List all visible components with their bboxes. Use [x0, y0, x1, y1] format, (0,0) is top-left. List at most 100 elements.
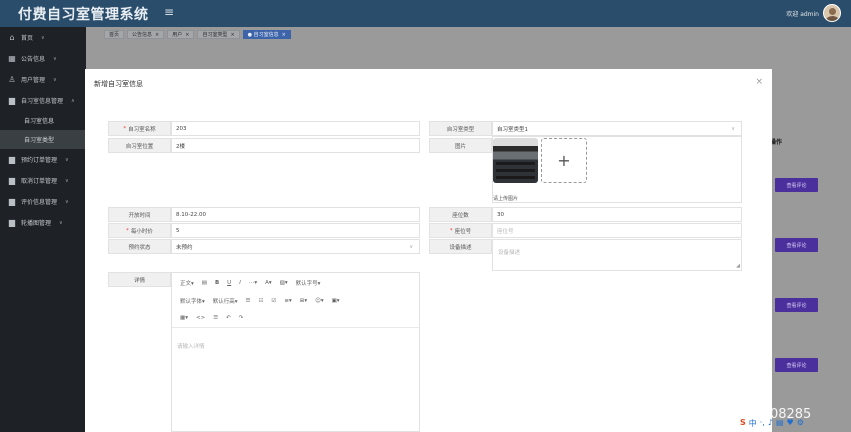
- view-comments-button[interactable]: 查看评论: [775, 178, 818, 192]
- view-comments-button[interactable]: 查看评论: [775, 238, 818, 252]
- sidebar-item-cancel-orders[interactable]: ▆ 取消订单管理 ∨: [0, 170, 86, 191]
- top-bar: 付费自习室管理系统 ≡ 欢迎 admin: [0, 0, 851, 27]
- sidebar-item-users[interactable]: ♙ 用户管理 ∨: [0, 69, 86, 90]
- sidebar-subitem-study-room-type[interactable]: 自习室类型: [0, 130, 86, 149]
- sidebar-item-announcements[interactable]: ▦ 公告信息 ∨: [0, 48, 86, 69]
- close-icon[interactable]: ×: [282, 32, 286, 38]
- settings-icon[interactable]: ⚙: [797, 418, 804, 429]
- font-color-icon[interactable]: A▾: [265, 280, 272, 286]
- divider-icon[interactable]: ☰: [213, 315, 218, 321]
- close-icon[interactable]: ×: [185, 32, 189, 38]
- tab-label: ● 自习室信息: [247, 32, 279, 38]
- equipment-placeholder: 设备描述: [498, 250, 521, 256]
- chevron-down-icon: ∨: [65, 177, 69, 184]
- punctuation-icon[interactable]: ·,: [760, 418, 765, 429]
- sidebar-item-study-room-info[interactable]: ▆ 自习室信息管理 ∧: [0, 90, 86, 111]
- font-size-dropdown[interactable]: 默认字号▾: [296, 279, 321, 287]
- name-input[interactable]: 203: [171, 121, 420, 136]
- user-area[interactable]: 欢迎 admin: [786, 4, 841, 22]
- required-mark: *: [449, 227, 453, 234]
- skin-icon[interactable]: ♥: [787, 418, 794, 429]
- grid-icon: ▦: [8, 54, 16, 63]
- folder-icon: ▆: [8, 155, 16, 164]
- tab-announcements[interactable]: 公告信息 ×: [127, 30, 165, 39]
- sidebar-item-booking-orders[interactable]: ▆ 预约订单管理 ∨: [0, 149, 86, 170]
- background-color-icon[interactable]: ▨▾: [280, 280, 288, 286]
- upload-hint: 请上传图片: [493, 196, 519, 202]
- editor-placeholder: 请输入详情: [177, 344, 205, 350]
- home-icon: ⌂: [9, 33, 15, 42]
- quote-icon[interactable]: ▤: [202, 280, 207, 286]
- undo-icon[interactable]: ↶: [226, 315, 231, 321]
- details-rich-text-editor[interactable]: 正文▾ ▤ B U I ⋯▾ A▾ ▨▾ 默认字号▾ 默认字体▾ 默认行高▾ ☰…: [171, 272, 420, 432]
- folder-icon: ▆: [8, 218, 16, 227]
- indent-icon[interactable]: ⊞▾: [300, 298, 307, 304]
- chevron-down-icon: ∨: [59, 219, 63, 226]
- open-time-input[interactable]: 8.10-22.00: [171, 207, 420, 222]
- sidebar-item-reviews[interactable]: ▆ 评价信息管理 ∨: [0, 191, 86, 212]
- more-icon[interactable]: ⋯▾: [249, 280, 257, 286]
- name-label: * 自习室名称: [108, 121, 171, 136]
- font-family-dropdown[interactable]: 默认字体▾: [180, 297, 205, 305]
- uploaded-image-thumbnail[interactable]: [493, 138, 538, 183]
- sidebar-item-label: 首页: [21, 35, 34, 42]
- numbered-list-icon[interactable]: ☷: [258, 298, 263, 304]
- tab-label: 首页: [109, 32, 120, 38]
- todo-icon[interactable]: ☑: [271, 298, 276, 304]
- chevron-down-icon: ∨: [41, 34, 45, 41]
- seat-no-placeholder: 座位号: [497, 228, 514, 235]
- image-icon[interactable]: ▣▾: [332, 298, 340, 304]
- paragraph-format-dropdown[interactable]: 正文▾: [180, 279, 194, 287]
- close-icon[interactable]: ×: [755, 77, 763, 87]
- type-select[interactable]: 自习室类型1 ∨: [492, 121, 742, 136]
- line-height-dropdown[interactable]: 默认行高▾: [213, 297, 238, 305]
- sidebar-item-label: 公告信息: [21, 56, 46, 63]
- booking-status-select[interactable]: 未预约 ∨: [171, 239, 420, 254]
- sidebar-item-label: 自习室信息管理: [21, 98, 64, 105]
- code-icon[interactable]: <>: [196, 315, 205, 321]
- underline-icon[interactable]: U: [227, 280, 231, 286]
- tab-home[interactable]: 首页: [104, 30, 125, 39]
- keyboard-icon[interactable]: ▤: [776, 418, 784, 429]
- sidebar-item-home[interactable]: ⌂ 首页 ∨: [0, 27, 86, 48]
- sidebar-subitem-label: 自习室信息: [24, 118, 55, 125]
- resize-handle-icon[interactable]: ◢: [736, 263, 740, 269]
- sidebar: ⌂ 首页 ∨ ▦ 公告信息 ∨ ♙ 用户管理 ∨ ▆ 自习室信息管理 ∧ 自习室…: [0, 27, 86, 432]
- italic-icon[interactable]: I: [239, 280, 241, 286]
- seat-no-input[interactable]: 座位号: [492, 223, 742, 238]
- upload-button[interactable]: +: [541, 138, 587, 183]
- hamburger-icon[interactable]: ≡: [164, 5, 174, 19]
- bold-icon[interactable]: B: [215, 280, 219, 286]
- close-icon[interactable]: ×: [155, 32, 159, 38]
- tab-label: 公告信息: [132, 32, 153, 38]
- input-method-icon[interactable]: S: [740, 418, 746, 429]
- user-icon: ♙: [8, 75, 16, 84]
- seat-count-input[interactable]: 30: [492, 207, 742, 222]
- tab-study-room-info[interactable]: ● 自习室信息 ×: [242, 30, 291, 39]
- emoji-icon[interactable]: ☺▾: [315, 298, 324, 304]
- close-icon[interactable]: ×: [230, 32, 234, 38]
- bulleted-list-icon[interactable]: ☰: [246, 298, 251, 304]
- booking-status-label: 预约状态: [108, 239, 171, 254]
- align-icon[interactable]: ≡▾: [284, 298, 291, 304]
- language-icon[interactable]: 中: [749, 418, 757, 429]
- microphone-icon[interactable]: ♪: [768, 418, 773, 429]
- table-icon[interactable]: ▦▾: [180, 315, 188, 321]
- view-comments-button[interactable]: 查看评论: [775, 358, 818, 372]
- chevron-down-icon: ∨: [53, 55, 57, 62]
- open-time-label: 开放时间: [108, 207, 171, 222]
- system-tray: S 中 ·, ♪ ▤ ♥ ⚙: [740, 418, 804, 429]
- select-value: 自习室类型1: [497, 126, 528, 133]
- tab-users[interactable]: 用户 ×: [167, 30, 195, 39]
- equipment-textarea[interactable]: 设备描述 ◢: [492, 239, 742, 271]
- hourly-price-input[interactable]: 5: [171, 223, 420, 238]
- avatar[interactable]: [823, 4, 841, 22]
- sidebar-item-carousel[interactable]: ▆ 轮播图管理 ∨: [0, 212, 86, 233]
- sidebar-subitem-study-room-info[interactable]: 自习室信息: [0, 111, 86, 130]
- sidebar-item-label: 评价信息管理: [21, 199, 58, 206]
- tab-study-room-type[interactable]: 自习室类型 ×: [197, 30, 240, 39]
- location-input[interactable]: 2楼: [171, 138, 420, 153]
- view-comments-button[interactable]: 查看评论: [775, 298, 818, 312]
- redo-icon[interactable]: ↷: [239, 315, 244, 321]
- toolbar-row-2: 默认字体▾ 默认行高▾ ☰ ☷ ☑ ≡▾ ⊞▾ ☺▾ ▣▾: [180, 297, 340, 305]
